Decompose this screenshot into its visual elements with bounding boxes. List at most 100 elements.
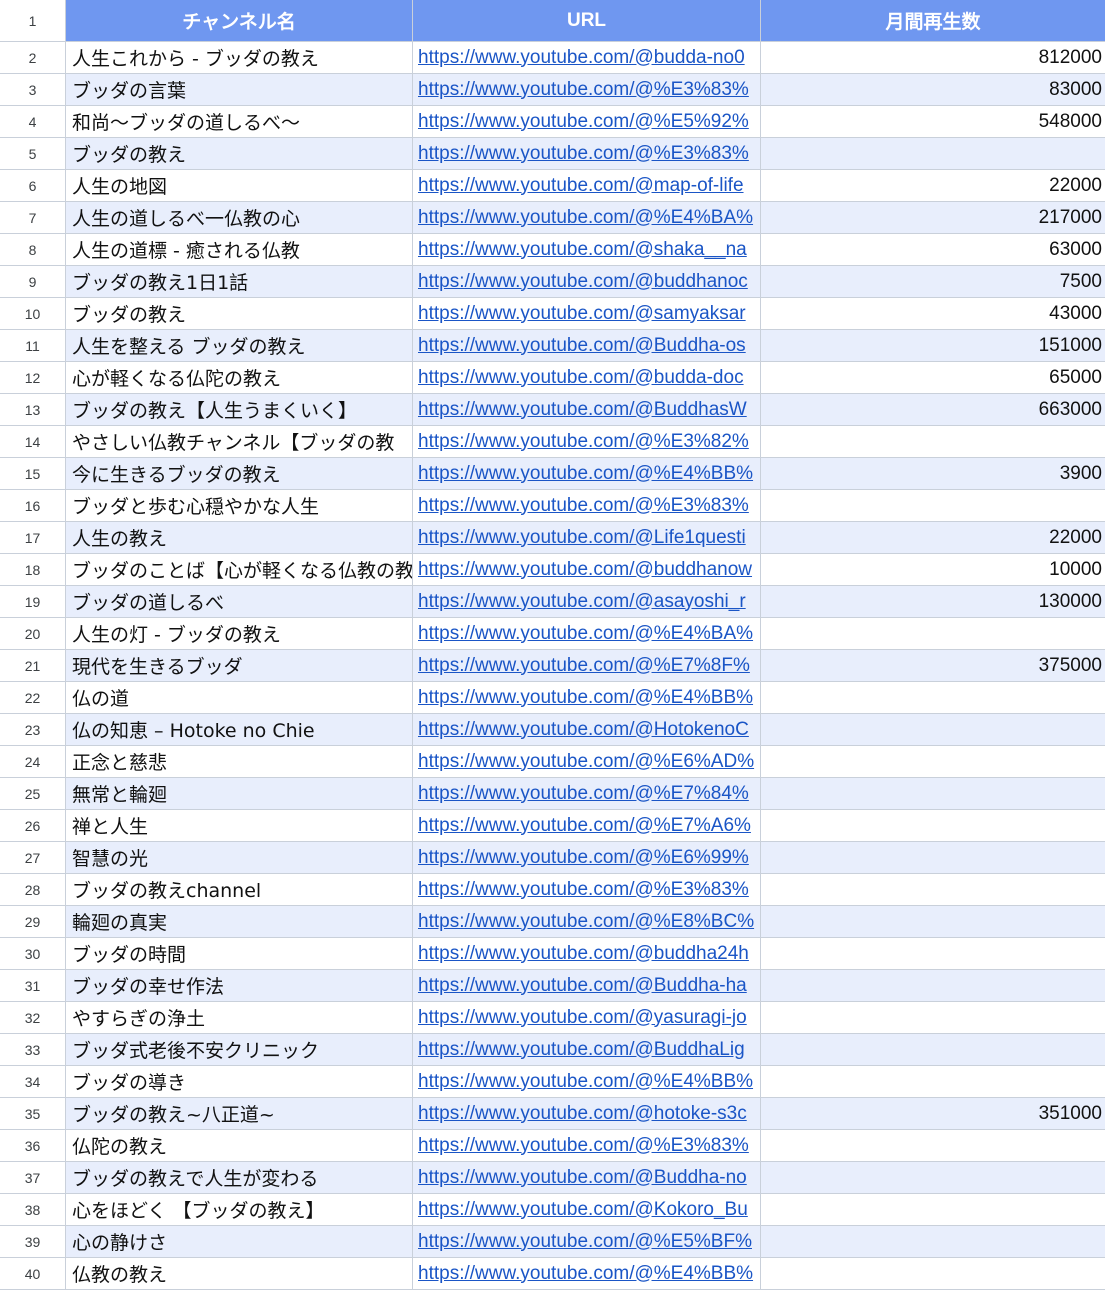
url-cell[interactable]: https://www.youtube.com/@hotoke-s3c [413, 1098, 761, 1129]
monthly-views-cell[interactable] [761, 1258, 1105, 1289]
monthly-views-cell[interactable] [761, 1226, 1105, 1257]
monthly-views-cell[interactable] [761, 618, 1105, 649]
monthly-views-cell[interactable]: 63000 [761, 234, 1105, 265]
monthly-views-cell[interactable] [761, 490, 1105, 521]
url-cell[interactable]: https://www.youtube.com/@asayoshi_r [413, 586, 761, 617]
url-cell[interactable]: https://www.youtube.com/@%E3%83% [413, 874, 761, 905]
url-cell[interactable]: https://www.youtube.com/@%E4%BA% [413, 202, 761, 233]
monthly-views-cell[interactable]: 812000 [761, 42, 1105, 73]
monthly-views-cell[interactable] [761, 778, 1105, 809]
row-number[interactable]: 26 [0, 810, 66, 841]
url-cell[interactable]: https://www.youtube.com/@%E6%99% [413, 842, 761, 873]
monthly-views-cell[interactable] [761, 1194, 1105, 1225]
row-number[interactable]: 23 [0, 714, 66, 745]
row-number[interactable]: 40 [0, 1258, 66, 1289]
row-number[interactable]: 32 [0, 1002, 66, 1033]
url-cell[interactable]: https://www.youtube.com/@%E7%8F% [413, 650, 761, 681]
monthly-views-cell[interactable]: 3900 [761, 458, 1105, 489]
url-cell[interactable]: https://www.youtube.com/@%E3%83% [413, 74, 761, 105]
row-number[interactable]: 14 [0, 426, 66, 457]
url-cell[interactable]: https://www.youtube.com/@map-of-life [413, 170, 761, 201]
row-number[interactable]: 39 [0, 1226, 66, 1257]
row-number[interactable]: 13 [0, 394, 66, 425]
channel-name-cell[interactable]: 人生の道しるべ一仏教の心 [66, 202, 413, 233]
url-cell[interactable]: https://www.youtube.com/@budda-no0 [413, 42, 761, 73]
url-cell[interactable]: https://www.youtube.com/@%E3%83% [413, 138, 761, 169]
row-number[interactable]: 2 [0, 42, 66, 73]
channel-name-cell[interactable]: 人生の教え [66, 522, 413, 553]
channel-name-cell[interactable]: 心が軽くなる仏陀の教え [66, 362, 413, 393]
channel-name-cell[interactable]: 正念と慈悲 [66, 746, 413, 777]
row-number[interactable]: 24 [0, 746, 66, 777]
url-cell[interactable]: https://www.youtube.com/@Buddha-no [413, 1162, 761, 1193]
monthly-views-cell[interactable] [761, 842, 1105, 873]
monthly-views-cell[interactable]: 10000 [761, 554, 1105, 585]
row-number[interactable]: 22 [0, 682, 66, 713]
row-number[interactable]: 19 [0, 586, 66, 617]
url-cell[interactable]: https://www.youtube.com/@BuddhasW [413, 394, 761, 425]
monthly-views-cell[interactable] [761, 874, 1105, 905]
row-number[interactable]: 37 [0, 1162, 66, 1193]
row-number[interactable]: 31 [0, 970, 66, 1001]
monthly-views-cell[interactable]: 43000 [761, 298, 1105, 329]
row-number[interactable]: 8 [0, 234, 66, 265]
url-cell[interactable]: https://www.youtube.com/@buddhanow [413, 554, 761, 585]
monthly-views-cell[interactable] [761, 1034, 1105, 1065]
url-cell[interactable]: https://www.youtube.com/@Buddha-os [413, 330, 761, 361]
channel-name-cell[interactable]: 心をほどく 【ブッダの教え】 [66, 1194, 413, 1225]
row-number[interactable]: 6 [0, 170, 66, 201]
url-cell[interactable]: https://www.youtube.com/@%E7%84% [413, 778, 761, 809]
channel-name-cell[interactable]: 仏陀の教え [66, 1130, 413, 1161]
monthly-views-cell[interactable] [761, 938, 1105, 969]
row-number[interactable]: 17 [0, 522, 66, 553]
url-cell[interactable]: https://www.youtube.com/@BuddhaLig [413, 1034, 761, 1065]
url-cell[interactable]: https://www.youtube.com/@%E4%BB% [413, 458, 761, 489]
row-number[interactable]: 9 [0, 266, 66, 297]
monthly-views-cell[interactable]: 548000 [761, 106, 1105, 137]
monthly-views-cell[interactable] [761, 426, 1105, 457]
url-cell[interactable]: https://www.youtube.com/@samyaksar [413, 298, 761, 329]
channel-name-cell[interactable]: 人生の灯 - ブッダの教え [66, 618, 413, 649]
channel-name-cell[interactable]: ブッダの教え [66, 138, 413, 169]
channel-name-cell[interactable]: ブッダの教えで人生が変わる [66, 1162, 413, 1193]
channel-name-cell[interactable]: ブッダの教え1日1話 [66, 266, 413, 297]
channel-name-cell[interactable]: 心の静けさ [66, 1226, 413, 1257]
monthly-views-cell[interactable] [761, 746, 1105, 777]
row-number[interactable]: 33 [0, 1034, 66, 1065]
row-number[interactable]: 16 [0, 490, 66, 521]
channel-name-cell[interactable]: 今に生きるブッダの教え [66, 458, 413, 489]
url-cell[interactable]: https://www.youtube.com/@%E8%BC% [413, 906, 761, 937]
url-cell[interactable]: https://www.youtube.com/@Buddha-ha [413, 970, 761, 1001]
url-cell[interactable]: https://www.youtube.com/@yasuragi-jo [413, 1002, 761, 1033]
url-cell[interactable]: https://www.youtube.com/@%E4%BB% [413, 1258, 761, 1289]
column-header-monthly-views[interactable]: 月間再生数 [761, 0, 1105, 41]
row-number[interactable]: 21 [0, 650, 66, 681]
monthly-views-cell[interactable] [761, 682, 1105, 713]
column-header-channel-name[interactable]: チャンネル名 [66, 0, 413, 41]
channel-name-cell[interactable]: やさしい仏教チャンネル【ブッダの教 [66, 426, 413, 457]
channel-name-cell[interactable]: 智慧の光 [66, 842, 413, 873]
channel-name-cell[interactable]: やすらぎの浄土 [66, 1002, 413, 1033]
monthly-views-cell[interactable]: 151000 [761, 330, 1105, 361]
monthly-views-cell[interactable] [761, 970, 1105, 1001]
channel-name-cell[interactable]: ブッダの幸せ作法 [66, 970, 413, 1001]
url-cell[interactable]: https://www.youtube.com/@HotokenoC [413, 714, 761, 745]
row-number[interactable]: 11 [0, 330, 66, 361]
channel-name-cell[interactable]: 人生これから - ブッダの教え [66, 42, 413, 73]
monthly-views-cell[interactable]: 22000 [761, 170, 1105, 201]
url-cell[interactable]: https://www.youtube.com/@Life1questi [413, 522, 761, 553]
monthly-views-cell[interactable]: 83000 [761, 74, 1105, 105]
channel-name-cell[interactable]: 和尚〜ブッダの道しるべ〜 [66, 106, 413, 137]
channel-name-cell[interactable]: ブッダ式老後不安クリニック [66, 1034, 413, 1065]
channel-name-cell[interactable]: ブッダの教え【人生うまくいく】 [66, 394, 413, 425]
monthly-views-cell[interactable] [761, 906, 1105, 937]
monthly-views-cell[interactable]: 7500 [761, 266, 1105, 297]
channel-name-cell[interactable]: ブッダの導き [66, 1066, 413, 1097]
channel-name-cell[interactable]: ブッダのことば【心が軽くなる仏教の教 [66, 554, 413, 585]
url-cell[interactable]: https://www.youtube.com/@%E3%82% [413, 426, 761, 457]
row-number[interactable]: 29 [0, 906, 66, 937]
channel-name-cell[interactable]: 輪廻の真実 [66, 906, 413, 937]
row-number[interactable]: 4 [0, 106, 66, 137]
url-cell[interactable]: https://www.youtube.com/@buddha24h [413, 938, 761, 969]
url-cell[interactable]: https://www.youtube.com/@%E4%BB% [413, 682, 761, 713]
